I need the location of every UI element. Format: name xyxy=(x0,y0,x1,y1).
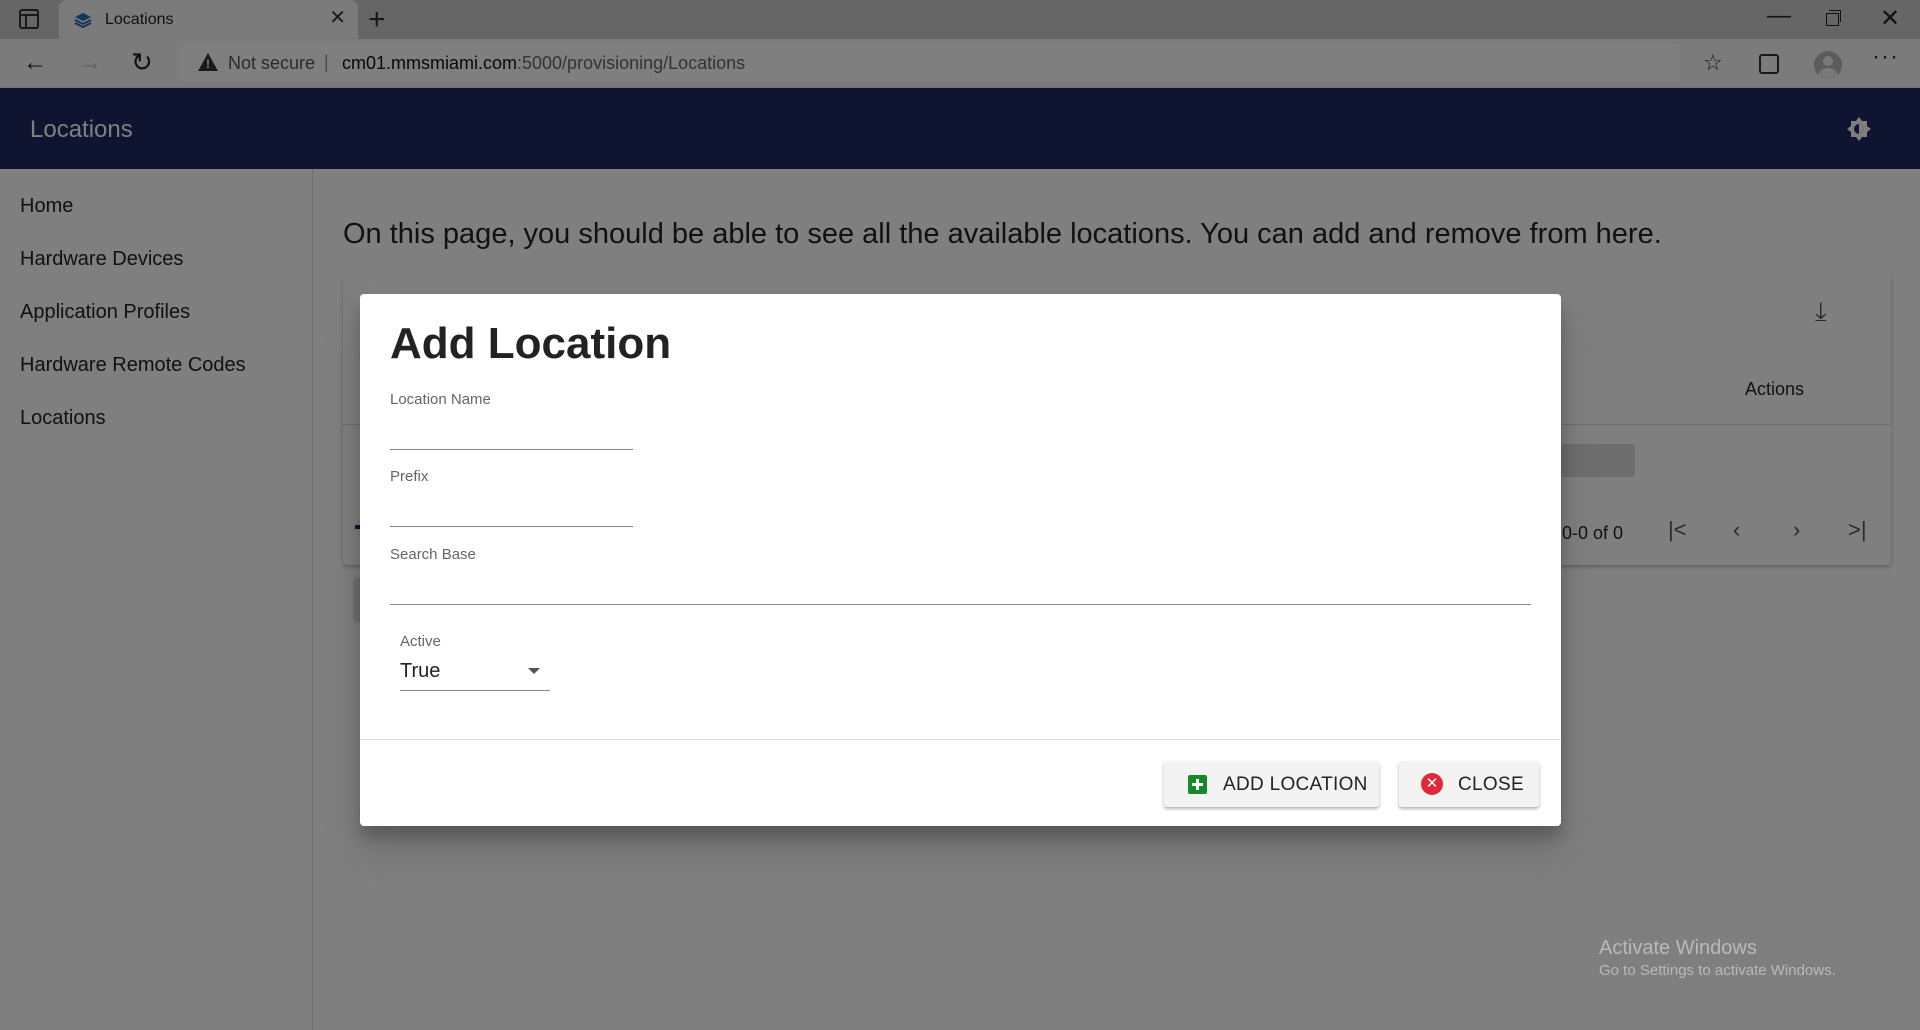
location-name-input[interactable] xyxy=(390,412,633,440)
close-button[interactable]: ✕ CLOSE xyxy=(1399,761,1539,807)
dialog-title: Add Location xyxy=(390,319,672,368)
plus-icon xyxy=(1188,775,1207,794)
activation-watermark-subtitle: Go to Settings to activate Windows. xyxy=(1599,962,1836,979)
location-name-underline xyxy=(390,449,633,450)
active-select-underline xyxy=(400,690,550,691)
activation-watermark-title: Activate Windows xyxy=(1599,937,1757,959)
active-label: Active xyxy=(400,633,441,650)
search-base-label: Search Base xyxy=(390,546,476,563)
prefix-label: Prefix xyxy=(390,468,429,485)
add-location-dialog: Add Location Location Name Prefix Search… xyxy=(360,294,1561,826)
prefix-input[interactable] xyxy=(390,489,633,517)
dropdown-arrow-icon[interactable] xyxy=(528,668,540,674)
active-select[interactable]: True xyxy=(400,660,440,683)
search-base-underline xyxy=(390,604,1531,605)
add-location-button-label: ADD LOCATION xyxy=(1223,774,1368,795)
close-circle-icon: ✕ xyxy=(1421,773,1443,795)
search-base-input[interactable] xyxy=(390,567,1531,595)
dialog-actions-divider xyxy=(360,739,1561,740)
prefix-underline xyxy=(390,526,633,527)
location-name-label: Location Name xyxy=(390,391,491,408)
close-button-label: CLOSE xyxy=(1458,774,1524,795)
add-location-button[interactable]: ADD LOCATION xyxy=(1164,761,1379,807)
